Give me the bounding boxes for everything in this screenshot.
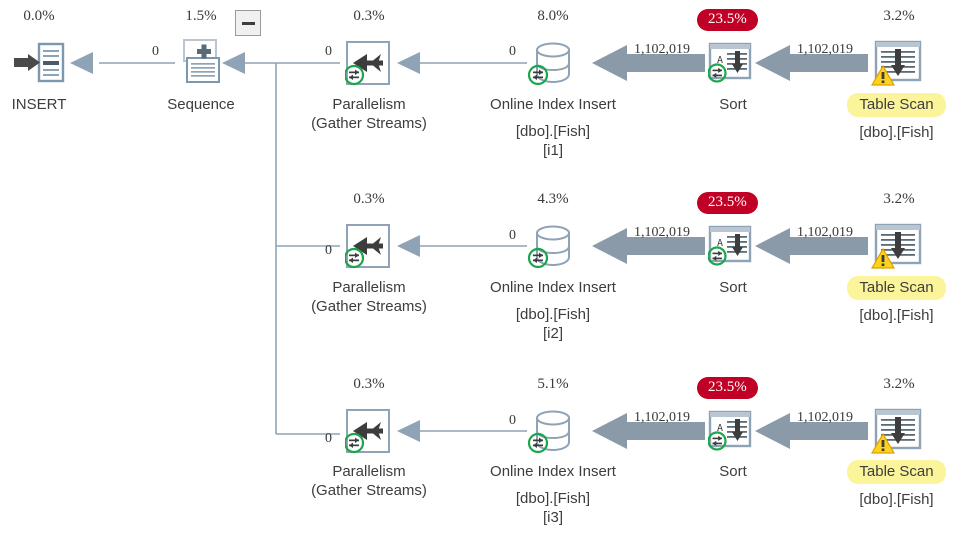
node-sublabel-table-scan-3: [dbo].[Fish]	[859, 491, 934, 508]
parallelism-icon[interactable]	[345, 223, 397, 275]
node-label-index-insert-3: Online Index Insert [dbo].[Fish] [i3]	[470, 462, 636, 527]
node-label-sort-2: Sort	[690, 278, 776, 297]
connector-wires	[70, 45, 868, 449]
node-label-table-scan-1-text: Table Scan	[847, 93, 946, 117]
node-label-parallelism-3: Parallelism (Gather Streams)	[293, 462, 445, 500]
execution-plan-canvas: 0.0% INSERT 1.5% Sequence 0 0.3% Paralle…	[0, 0, 955, 536]
node-label-index-insert-2: Online Index Insert [dbo].[Fish] [i2]	[470, 278, 636, 343]
cost-label-index-insert-3: 5.1%	[537, 376, 569, 392]
node-sublabel-parallelism-3: (Gather Streams)	[311, 482, 427, 499]
node-sublabel-index-insert-2-b: [i2]	[542, 325, 563, 342]
rowcount-sort-2-out: 1,102,019	[634, 225, 690, 240]
insert-icon[interactable]	[14, 42, 66, 84]
node-sublabel-index-insert-1-b: [i1]	[542, 142, 563, 159]
node-label-table-scan-1: Table Scan [dbo].[Fish]	[838, 93, 955, 142]
node-label-sequence-text: Sequence	[167, 96, 235, 113]
sort-icon[interactable]: A	[708, 42, 758, 90]
node-label-sort-3: Sort	[690, 462, 776, 481]
node-label-table-scan-3: Table Scan [dbo].[Fish]	[838, 460, 955, 509]
node-label-parallelism-2: Parallelism (Gather Streams)	[293, 278, 445, 316]
node-label-sort-2-text: Sort	[719, 279, 747, 296]
index-insert-icon[interactable]	[527, 40, 581, 92]
rowcount-table-scan-3-out: 1,102,019	[797, 410, 853, 425]
node-label-table-scan-2: Table Scan [dbo].[Fish]	[838, 276, 955, 325]
cost-label-parallelism-3: 0.3%	[353, 376, 385, 392]
cost-label-sort-2: 23.5%	[697, 192, 758, 214]
node-label-sequence: Sequence	[148, 95, 254, 114]
cost-label-parallelism-1: 0.3%	[353, 8, 385, 24]
cost-label-parallelism-2: 0.3%	[353, 191, 385, 207]
rowcount-index-insert-1-out: 0	[509, 44, 516, 59]
wire-index-insert-2-to-parallelism-2	[397, 235, 527, 257]
node-sublabel-table-scan-1: [dbo].[Fish]	[859, 124, 934, 141]
node-label-parallelism-1-text: Parallelism	[332, 96, 406, 113]
cost-label-table-scan-1: 3.2%	[883, 8, 915, 24]
node-label-sort-3-text: Sort	[719, 463, 747, 480]
sequence-icon[interactable]	[175, 38, 227, 88]
rowcount-sort-3-out: 1,102,019	[634, 410, 690, 425]
cost-label-sort-1: 23.5%	[697, 9, 758, 31]
table-scan-icon[interactable]	[870, 223, 926, 275]
node-sublabel-index-insert-3-b: [i3]	[542, 509, 563, 526]
cost-label-index-insert-1: 8.0%	[537, 8, 569, 24]
wire-index-insert-1-to-parallelism-1	[397, 52, 527, 74]
table-scan-icon[interactable]	[870, 40, 926, 92]
parallelism-icon[interactable]	[345, 408, 397, 460]
rowcount-parallelism-3-out: 0	[325, 431, 332, 446]
node-label-parallelism-1: Parallelism (Gather Streams)	[293, 95, 445, 133]
node-sublabel-parallelism-1: (Gather Streams)	[311, 115, 427, 132]
rowcount-parallelism-2-out: 0	[325, 243, 332, 258]
wire-index-insert-3-to-parallelism-3	[397, 420, 527, 442]
node-label-index-insert-1-text: Online Index Insert	[490, 96, 616, 113]
node-label-insert: INSERT	[0, 95, 78, 114]
rowcount-index-insert-2-out: 0	[509, 228, 516, 243]
sort-icon[interactable]: A	[708, 410, 758, 458]
node-label-index-insert-1: Online Index Insert [dbo].[Fish] [i1]	[470, 95, 636, 160]
node-label-parallelism-3-text: Parallelism	[332, 463, 406, 480]
node-label-index-insert-3-text: Online Index Insert	[490, 463, 616, 480]
rowcount-index-insert-3-out: 0	[509, 413, 516, 428]
node-sublabel-index-insert-2-a: [dbo].[Fish]	[515, 306, 591, 323]
node-label-insert-text: INSERT	[11, 96, 67, 113]
node-sublabel-index-insert-3-a: [dbo].[Fish]	[515, 490, 591, 507]
node-sublabel-parallelism-2: (Gather Streams)	[311, 298, 427, 315]
wire-branch-to-sequence	[222, 52, 276, 74]
node-label-table-scan-3-text: Table Scan	[847, 460, 946, 484]
cost-label-sequence: 1.5%	[185, 8, 217, 24]
index-insert-icon[interactable]	[527, 408, 581, 460]
cost-label-index-insert-2: 4.3%	[537, 191, 569, 207]
sort-icon[interactable]: A	[708, 225, 758, 273]
cost-label-sort-3: 23.5%	[697, 377, 758, 399]
rowcount-sort-1-out: 1,102,019	[634, 42, 690, 57]
cost-label-table-scan-2: 3.2%	[883, 191, 915, 207]
rowcount-parallelism-1-out: 0	[325, 44, 332, 59]
table-scan-icon[interactable]	[870, 408, 926, 460]
rowcount-table-scan-1-out: 1,102,019	[797, 42, 853, 57]
cost-label-insert: 0.0%	[23, 8, 55, 24]
rowcount-sequence-to-insert: 0	[152, 44, 159, 59]
parallelism-icon[interactable]	[345, 40, 397, 92]
node-label-parallelism-2-text: Parallelism	[332, 279, 406, 296]
node-label-table-scan-2-text: Table Scan	[847, 276, 946, 300]
index-insert-icon[interactable]	[527, 223, 581, 275]
cost-label-table-scan-3: 3.2%	[883, 376, 915, 392]
node-label-sort-1-text: Sort	[719, 96, 747, 113]
node-label-index-insert-2-text: Online Index Insert	[490, 279, 616, 296]
wire-sequence-to-insert	[70, 52, 175, 74]
node-sublabel-table-scan-2: [dbo].[Fish]	[859, 307, 934, 324]
node-sublabel-index-insert-1-a: [dbo].[Fish]	[515, 123, 591, 140]
node-label-sort-1: Sort	[690, 95, 776, 114]
rowcount-table-scan-2-out: 1,102,019	[797, 225, 853, 240]
